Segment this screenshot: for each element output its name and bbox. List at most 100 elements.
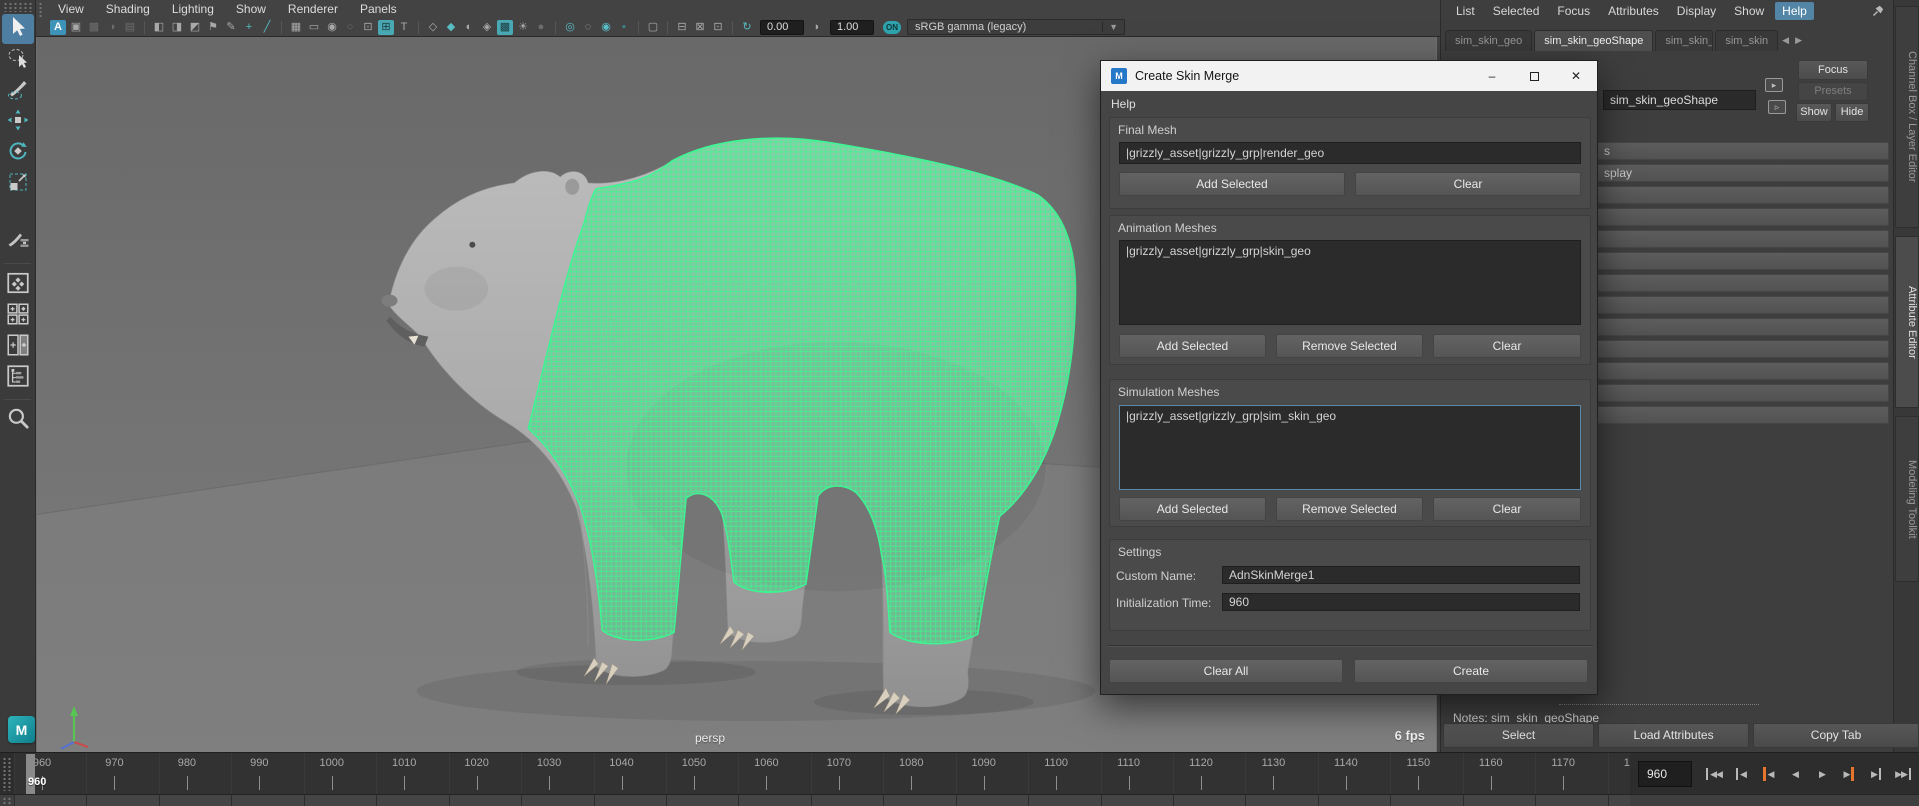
marker-icon[interactable]: ╱ bbox=[259, 20, 275, 35]
node-name-field[interactable]: sim_skin_geoShape bbox=[1603, 90, 1756, 110]
shadows-icon[interactable]: ● bbox=[533, 20, 549, 35]
node-tab[interactable]: sim_skin bbox=[1715, 30, 1778, 51]
rotate-tool[interactable] bbox=[2, 138, 34, 168]
step-forward-key-button[interactable]: ▶ bbox=[1837, 761, 1861, 787]
separator[interactable] bbox=[555, 21, 556, 34]
grid-icon[interactable]: ▦ bbox=[288, 20, 304, 35]
antialias-icon[interactable]: ◉ bbox=[598, 20, 614, 35]
safe-title-icon[interactable]: T bbox=[396, 20, 412, 35]
gamma-field[interactable]: 1.00 bbox=[830, 20, 874, 35]
show-button[interactable]: Show bbox=[1796, 103, 1832, 122]
refresh-icon[interactable]: ↻ bbox=[739, 20, 755, 35]
separator[interactable] bbox=[281, 21, 282, 34]
go-to-start-button[interactable]: ◀◀ bbox=[1702, 761, 1726, 787]
initialization-time-field[interactable]: 960 bbox=[1222, 593, 1580, 611]
final-mesh-clear-button[interactable]: Clear bbox=[1355, 172, 1581, 196]
smooth-shade-icon[interactable]: ◆ bbox=[443, 20, 459, 35]
four-pane-layout[interactable] bbox=[2, 301, 34, 331]
hide-button[interactable]: Hide bbox=[1835, 103, 1869, 122]
frame-ruler-segment[interactable]: 1150 bbox=[1390, 753, 1462, 795]
attribute-editor-menu-item[interactable]: Help bbox=[1775, 2, 1814, 20]
pin-icon[interactable] bbox=[1871, 4, 1885, 23]
attribute-editor-menu-item[interactable]: Display bbox=[1670, 2, 1723, 20]
panel-menu-item[interactable]: Shading bbox=[106, 2, 150, 16]
gamma-icon[interactable]: ◗ bbox=[809, 20, 825, 35]
step-back-frame-button[interactable]: ◀ bbox=[1729, 761, 1753, 787]
colorspace-dropdown[interactable]: sRGB gamma (legacy) ▼ bbox=[907, 19, 1125, 35]
frame-ruler-segment[interactable]: 1180 bbox=[1608, 753, 1630, 795]
textured-icon[interactable]: ◐ bbox=[461, 20, 477, 35]
exposure-field[interactable]: 0.00 bbox=[760, 20, 804, 35]
frame-ruler-segment[interactable]: 1030 bbox=[521, 753, 593, 795]
attribute-editor-menu-item[interactable]: Attributes bbox=[1601, 2, 1666, 20]
frame-ruler-segment[interactable]: 1080 bbox=[883, 753, 955, 795]
frame-ruler-segment[interactable]: 1160 bbox=[1463, 753, 1535, 795]
paint-select-tool[interactable] bbox=[2, 76, 34, 106]
duplicate-icon[interactable]: ⊠ bbox=[692, 20, 708, 35]
material-icon[interactable]: ◈ bbox=[479, 20, 495, 35]
frame-ruler-segment[interactable]: 1110 bbox=[1101, 753, 1173, 795]
occlusion-icon[interactable]: ◎ bbox=[562, 20, 578, 35]
frame-ruler-segment[interactable]: 990 bbox=[231, 753, 303, 795]
frame-ruler-segment[interactable]: 1100 bbox=[1028, 753, 1100, 795]
range-slider-bar[interactable] bbox=[14, 795, 1630, 806]
animation-clear-button[interactable]: Clear bbox=[1433, 334, 1581, 358]
zoom-tool[interactable] bbox=[2, 406, 34, 436]
step-back-key-button[interactable]: ◀ bbox=[1756, 761, 1780, 787]
tab-attribute-editor[interactable]: Attribute Editor bbox=[1895, 236, 1919, 408]
field-chart-icon[interactable]: ⊡ bbox=[360, 20, 376, 35]
final-mesh-field[interactable]: |grizzly_asset|grizzly_grp|render_geo bbox=[1119, 142, 1581, 164]
panel-menu-item[interactable]: Panels bbox=[360, 2, 397, 16]
node-tab[interactable]: sim_skin_geoShape bbox=[1534, 30, 1653, 51]
current-frame-field[interactable]: 960 bbox=[1638, 761, 1692, 787]
resolution-gate-icon[interactable]: ◉ bbox=[324, 20, 340, 35]
film-gate-icon[interactable]: ▭ bbox=[306, 20, 322, 35]
select-tool[interactable] bbox=[2, 14, 34, 44]
clear-all-button[interactable]: Clear All bbox=[1109, 659, 1343, 683]
safe-action-icon[interactable]: ⊞ bbox=[378, 20, 394, 35]
separator[interactable] bbox=[418, 21, 419, 34]
custom-name-field[interactable]: AdnSkinMerge1 bbox=[1222, 566, 1580, 584]
step-forward-frame-button[interactable]: ▶ bbox=[1864, 761, 1888, 787]
snapshot-icon[interactable]: ⊟ bbox=[674, 20, 690, 35]
play-forwards-button[interactable]: ▶ bbox=[1810, 761, 1834, 787]
simulation-remove-selected-button[interactable]: Remove Selected bbox=[1276, 497, 1423, 521]
output-connection-icon[interactable]: ▹ bbox=[1768, 100, 1786, 114]
list-item[interactable]: |grizzly_asset|grizzly_grp|skin_geo bbox=[1126, 244, 1574, 258]
go-to-end-button[interactable]: ▶▶ bbox=[1891, 761, 1915, 787]
attribute-editor-menu-item[interactable]: List bbox=[1449, 2, 1482, 20]
presets-button[interactable]: Presets bbox=[1798, 82, 1868, 101]
frame-ruler-segment[interactable]: 1140 bbox=[1318, 753, 1390, 795]
checker-icon[interactable]: ▩ bbox=[497, 20, 513, 35]
select-by-name-icon[interactable]: A bbox=[50, 20, 66, 35]
time-slider-grip[interactable] bbox=[2, 757, 12, 791]
animation-add-selected-button[interactable]: Add Selected bbox=[1119, 334, 1266, 358]
close-button[interactable]: ✕ bbox=[1555, 61, 1597, 91]
toolbox-grip[interactable] bbox=[3, 2, 32, 12]
simulation-clear-button[interactable]: Clear bbox=[1433, 497, 1581, 521]
create-button[interactable]: Create bbox=[1354, 659, 1588, 683]
image-plane-icon[interactable]: ▤ bbox=[122, 20, 138, 35]
tab-channel-box-layer-editor[interactable]: Channel Box / Layer Editor bbox=[1895, 6, 1919, 228]
zoom-select-icon[interactable]: + bbox=[241, 20, 257, 35]
isolate-sphere-icon[interactable]: ◑ bbox=[104, 20, 120, 35]
dialog-titlebar[interactable]: M Create Skin Merge – ✕ bbox=[1101, 61, 1597, 91]
isolate-select-icon[interactable]: ▣ bbox=[68, 20, 84, 35]
focus-button[interactable]: Focus bbox=[1798, 60, 1868, 80]
maximize-button[interactable] bbox=[1513, 61, 1555, 91]
copy-tab-button[interactable]: Copy Tab bbox=[1753, 723, 1919, 748]
tab-scroll-right-icon[interactable]: ▶ bbox=[1793, 30, 1804, 51]
color-management-toggle[interactable]: ON bbox=[883, 21, 901, 34]
lights-icon[interactable]: ☀ bbox=[515, 20, 531, 35]
bookmark-icon[interactable]: ⚑ bbox=[205, 20, 221, 35]
panel-menu-item[interactable]: Lighting bbox=[172, 2, 214, 16]
time-slider[interactable]: 9609709809901000101010201030104010501060… bbox=[0, 752, 1919, 794]
select-button[interactable]: Select bbox=[1443, 723, 1594, 748]
node-tab[interactable]: sim_skin_geoShapeOrig bbox=[1655, 30, 1713, 51]
frame-ruler-segment[interactable]: 1090 bbox=[956, 753, 1028, 795]
grease-pencil-icon[interactable]: ✎ bbox=[223, 20, 239, 35]
separator[interactable] bbox=[638, 21, 639, 34]
frame-ruler-segment[interactable]: 970 bbox=[86, 753, 158, 795]
range-slider-grip[interactable] bbox=[2, 797, 12, 805]
attribute-editor-menu-item[interactable]: Focus bbox=[1550, 2, 1597, 20]
